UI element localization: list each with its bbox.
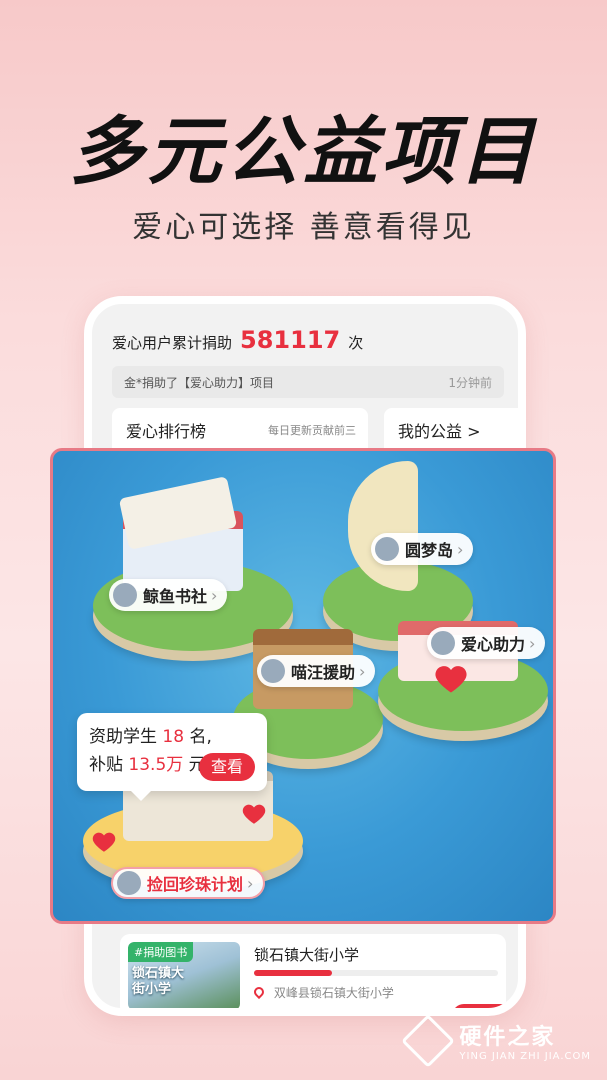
island-label-text: 捡回珍珠计划 bbox=[147, 875, 244, 894]
island-label-help[interactable]: 爱心助力 › bbox=[427, 627, 546, 659]
watermark: 硬件之家 YING JIAN ZHI JIA.COM bbox=[401, 1013, 591, 1068]
popup-line1-num: 18 bbox=[162, 727, 185, 747]
stat-unit: 次 bbox=[348, 334, 364, 352]
hero-title: 多元公益项目 bbox=[69, 109, 538, 195]
popup-line2-num: 13.5万 bbox=[128, 755, 184, 775]
my-charity-title: 我的公益 > bbox=[398, 422, 481, 441]
project-address: 双峰县锁石镇大街小学 bbox=[251, 984, 394, 1001]
leaderboard-subtitle: 每日更新贡献前三 bbox=[268, 424, 356, 437]
heart-icon bbox=[92, 832, 116, 852]
dream-avatar-icon bbox=[375, 537, 399, 561]
island-label-pearl[interactable]: 捡回珍珠计划 › bbox=[111, 867, 266, 899]
project-name: 锁石镇大街小学 bbox=[254, 946, 360, 964]
chevron-right-icon: › bbox=[359, 661, 366, 681]
location-pin-icon bbox=[251, 984, 267, 1000]
watermark-url: YING JIAN ZHI JIA.COM bbox=[459, 1051, 591, 1062]
stat-count: 581117 bbox=[240, 326, 341, 354]
donation-ticker[interactable]: 金*捐助了【爱心助力】项目 1分钟前 bbox=[112, 366, 504, 398]
popup-line-1: 资助学生 18 名, bbox=[89, 723, 255, 751]
leaderboard-title: 爱心排行榜 bbox=[126, 422, 207, 441]
chevron-right-icon: › bbox=[247, 873, 254, 893]
chevron-right-icon: › bbox=[457, 539, 464, 559]
whale-avatar-icon bbox=[113, 583, 137, 607]
heart-icon bbox=[242, 804, 266, 824]
watermark-text: 硬件之家 YING JIAN ZHI JIA.COM bbox=[459, 1019, 591, 1062]
island-label-text: 喵汪援助 bbox=[291, 663, 356, 682]
project-card[interactable]: #捐助图书 锁石镇大街小学 锁石镇大街小学 双峰县锁石镇大街小学 bbox=[120, 934, 512, 1008]
charity-island-map[interactable]: 鲸鱼书社 › 圆梦岛 › 喵汪援助 › 爱心助力 › 捡回珍珠计划 › 资助学生… bbox=[50, 448, 556, 924]
project-tag: #捐助图书 bbox=[128, 942, 194, 962]
chevron-right-icon: › bbox=[529, 633, 536, 653]
island-label-text: 爱心助力 bbox=[461, 635, 526, 654]
popup-line2-prefix: 补贴 bbox=[89, 755, 123, 775]
hero-subtitle: 爱心可选择 善意看得见 bbox=[132, 210, 475, 245]
island-label-pet[interactable]: 喵汪援助 › bbox=[257, 655, 376, 687]
watermark-name: 硬件之家 bbox=[459, 1025, 556, 1050]
help-avatar-icon bbox=[431, 631, 455, 655]
project-thumbnail: #捐助图书 锁石镇大街小学 bbox=[128, 942, 240, 1008]
ticker-text: 金*捐助了【爱心助力】项目 bbox=[124, 375, 275, 390]
island-label-dream[interactable]: 圆梦岛 › bbox=[371, 533, 474, 565]
donation-stat: 爱心用户累计捐助 581117 次 bbox=[112, 326, 363, 354]
view-button[interactable]: 查看 bbox=[198, 753, 255, 781]
project-address-text: 双峰县锁石镇大街小学 bbox=[273, 986, 394, 1000]
stat-label: 爱心用户累计捐助 bbox=[112, 334, 233, 352]
island-label-book[interactable]: 鲸鱼书社 › bbox=[109, 579, 228, 611]
popup-tail bbox=[131, 791, 151, 801]
ticker-time: 1分钟前 bbox=[448, 375, 492, 390]
watermark-logo-icon bbox=[401, 1013, 456, 1068]
popup-line1-prefix: 资助学生 bbox=[89, 727, 157, 747]
island-label-text: 圆梦岛 bbox=[405, 541, 454, 560]
project-summary-popup: 资助学生 18 名, 补贴 13.5万 元 查看 bbox=[77, 713, 267, 801]
donate-button[interactable] bbox=[452, 1004, 512, 1008]
chevron-right-icon: › bbox=[211, 585, 218, 605]
project-progress bbox=[254, 970, 498, 976]
project-thumb-text: 锁石镇大街小学 bbox=[132, 966, 185, 997]
pet-avatar-icon bbox=[261, 659, 285, 683]
island-label-text: 鲸鱼书社 bbox=[143, 587, 208, 606]
popup-line1-suffix: 名, bbox=[189, 727, 212, 747]
heart-icon bbox=[435, 666, 467, 693]
project-progress-fill bbox=[254, 970, 333, 976]
pearl-avatar-icon bbox=[117, 871, 141, 895]
